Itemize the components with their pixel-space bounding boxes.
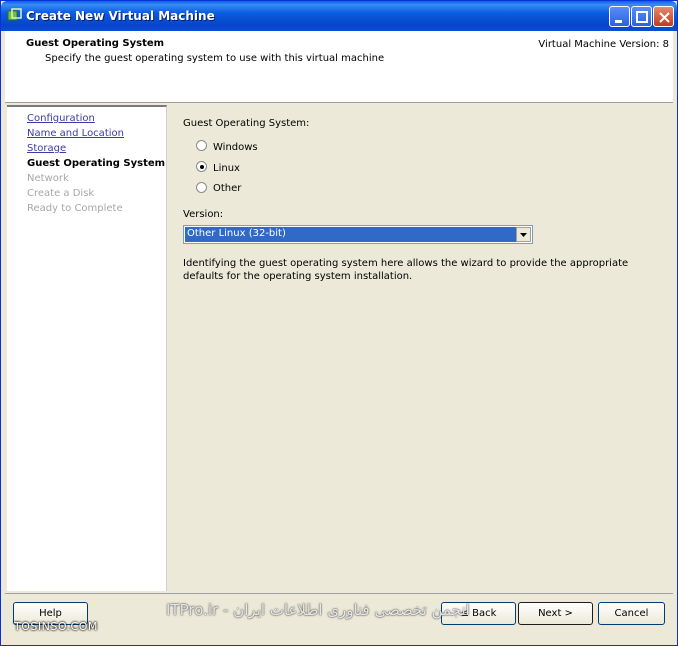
step-network: Network [27, 173, 69, 184]
maximize-icon [636, 11, 648, 23]
version-selected-value: Other Linux (32-bit) [185, 227, 516, 242]
dropdown-arrow-button[interactable] [516, 227, 531, 242]
step-name-and-location[interactable]: Name and Location [27, 128, 124, 139]
vm-version-label: Virtual Machine Version: 8 [538, 39, 669, 50]
close-button[interactable] [653, 6, 674, 27]
next-button[interactable]: Next > [518, 602, 593, 625]
step-guest-os: Guest Operating System [27, 158, 166, 169]
wizard-window: Create New Virtual Machine Guest Operati… [0, 0, 678, 646]
wizard-steps: Configuration Name and Location Storage … [7, 105, 167, 591]
os-group-label: Guest Operating System: [183, 118, 310, 129]
wizard-content: Configuration Name and Location Storage … [5, 103, 673, 593]
page-subtitle: Specify the guest operating system to us… [45, 53, 385, 64]
window-title: Create New Virtual Machine [26, 9, 215, 23]
radio-windows[interactable] [196, 140, 207, 151]
chevron-down-icon [520, 233, 527, 237]
step-storage[interactable]: Storage [27, 143, 66, 154]
wizard-header: Guest Operating System Specify the guest… [5, 31, 673, 103]
version-select[interactable]: Other Linux (32-bit) [183, 225, 533, 244]
radio-linux[interactable] [196, 161, 207, 172]
radio-other[interactable] [196, 182, 207, 193]
cancel-button[interactable]: Cancel [598, 602, 665, 625]
step-create-disk: Create a Disk [27, 188, 95, 199]
step-ready-to-complete: Ready to Complete [27, 203, 123, 214]
step-configuration[interactable]: Configuration [27, 113, 95, 124]
title-bar[interactable]: Create New Virtual Machine [1, 1, 677, 31]
radio-linux-label[interactable]: Linux [213, 163, 240, 174]
os-description: Identifying the guest operating system h… [183, 258, 629, 282]
radio-other-label[interactable]: Other [213, 183, 241, 194]
maximize-button[interactable] [631, 6, 652, 27]
minimize-icon [615, 20, 622, 23]
watermark-itpro: انجمن تخصصی فناوری اطلاعات ایران - ITPro… [166, 601, 470, 619]
minimize-button[interactable] [609, 6, 630, 27]
close-icon [659, 12, 670, 23]
radio-windows-label[interactable]: Windows [213, 142, 258, 153]
page-title: Guest Operating System [26, 38, 165, 49]
vm-app-icon [7, 8, 22, 21]
watermark-tosinso: TOSINSO.COM [14, 620, 98, 633]
version-label: Version: [183, 209, 224, 220]
